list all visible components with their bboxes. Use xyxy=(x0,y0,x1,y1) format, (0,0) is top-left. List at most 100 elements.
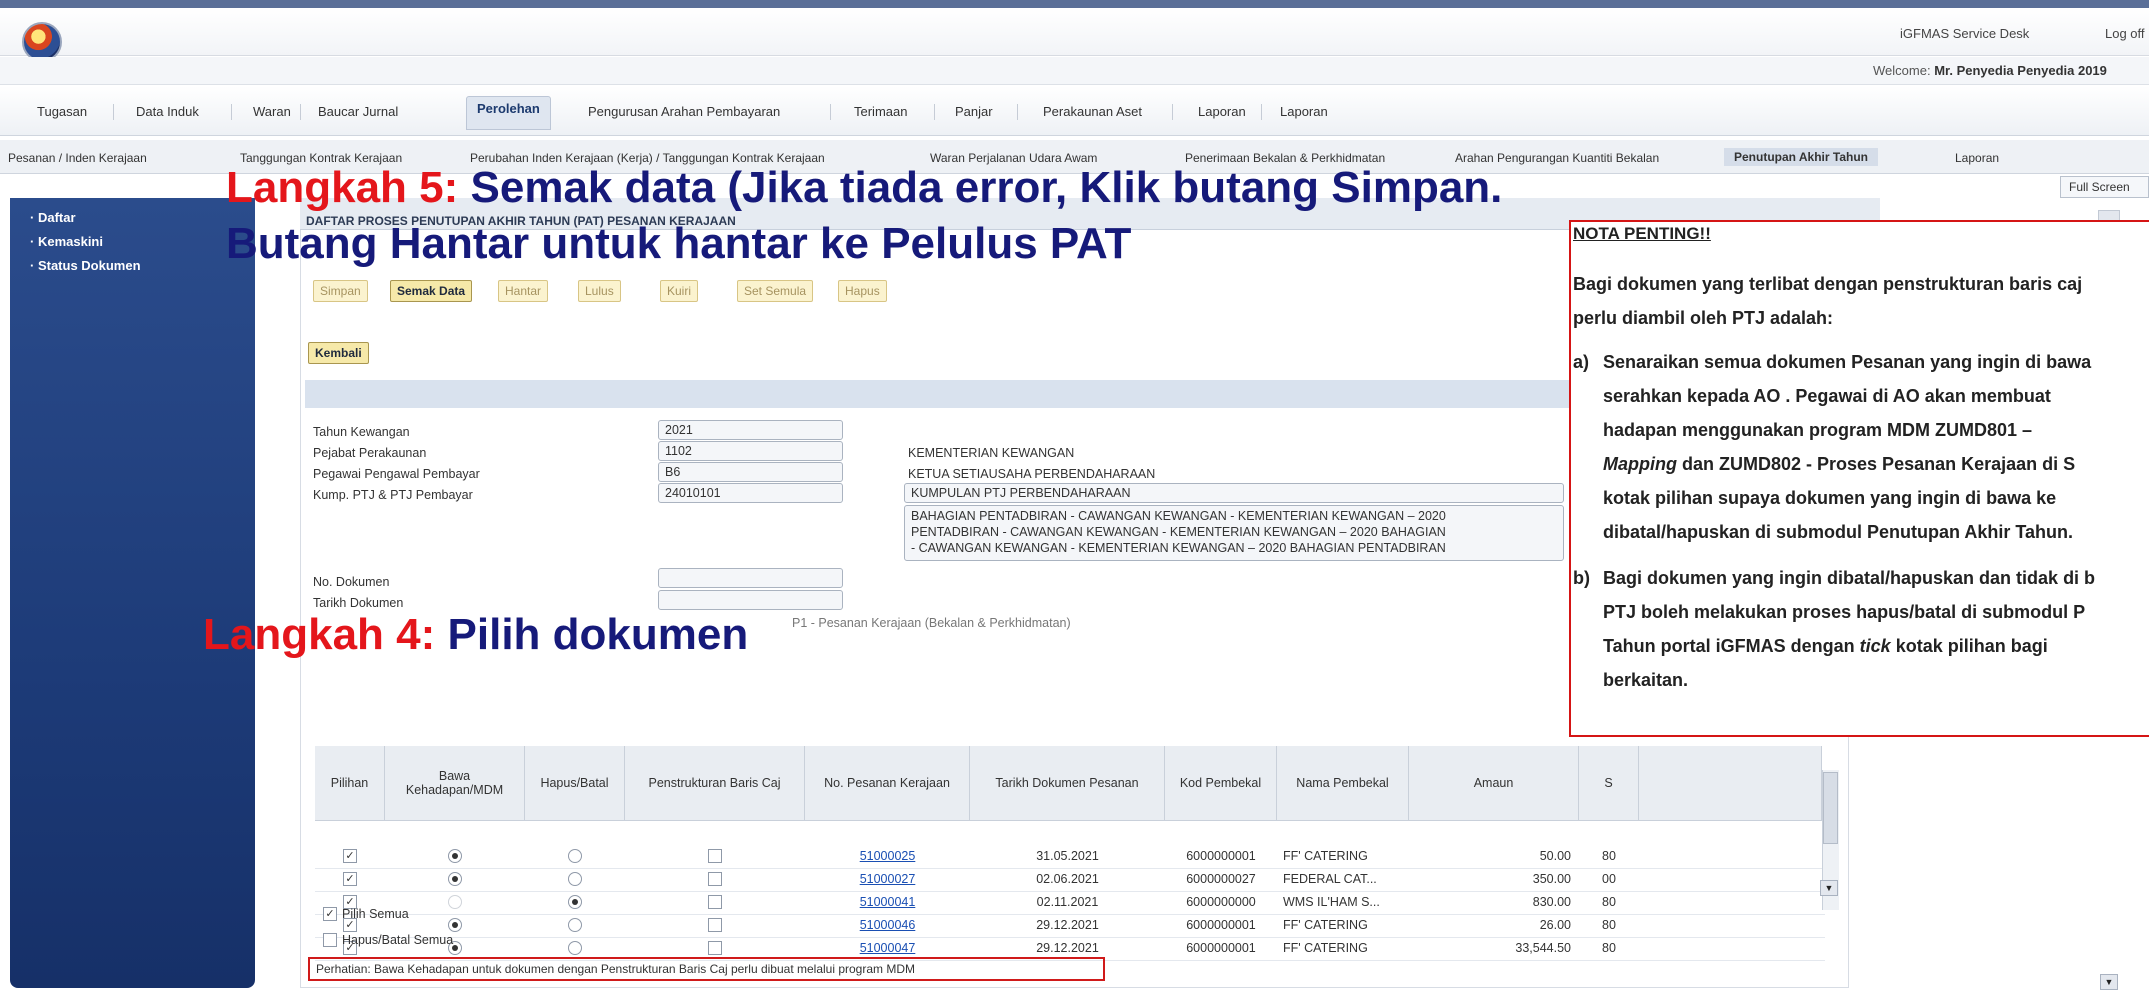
top-accent-stripe xyxy=(0,0,2149,8)
nota-italic: tick xyxy=(1859,636,1891,656)
sidebar-item-label: Kemaskini xyxy=(37,234,103,249)
col-header-bawa-kehadapan: Bawa Kehadapan/MDM xyxy=(385,746,525,821)
panel-scroll-down-icon[interactable]: ▼ xyxy=(2100,974,2118,990)
penstrukturan-checkbox[interactable] xyxy=(708,849,722,863)
penstrukturan-cell[interactable] xyxy=(625,914,805,936)
set-semula-button[interactable]: Set Semula xyxy=(737,280,814,302)
hapus-batal-radio[interactable] xyxy=(568,849,582,863)
no-pesanan-link[interactable]: 51000041 xyxy=(860,895,916,909)
subtab-penutupan-akhir-tahun[interactable]: Penutupan Akhir Tahun xyxy=(1724,148,1878,166)
welcome-text: Welcome: Mr. Penyedia Penyedia 2019 xyxy=(1873,63,2107,78)
no-pesanan-cell[interactable]: 51000027 xyxy=(805,868,970,890)
nota-a-line: hadapan menggunakan program MDM ZUMD801 … xyxy=(1603,420,2033,440)
step5-line2: Butang Hantar untuk hantar ke Pelulus PA… xyxy=(226,219,1132,268)
no-pesanan-link[interactable]: 51000047 xyxy=(860,941,916,955)
nota-b-line: Tahun portal iGFMAS dengan tick kotak pi… xyxy=(1603,636,2048,657)
bawa-kehadapan-radio[interactable] xyxy=(448,849,462,863)
step4-text: Pilih dokumen xyxy=(447,610,749,659)
pilihan-cell[interactable]: ✓ xyxy=(315,868,385,890)
tab-perolehan[interactable]: Perolehan xyxy=(466,96,551,130)
pejabat-perakaunan-label: Pejabat Perakaunan xyxy=(313,446,427,460)
no-pesanan-link[interactable]: 51000025 xyxy=(860,849,916,863)
nama-pembekal-cell: FEDERAL CAT... xyxy=(1283,872,1377,886)
hapus-batal-semua-row[interactable]: Hapus/Batal Semua xyxy=(323,929,453,951)
no-pesanan-cell[interactable]: 51000046 xyxy=(805,914,970,936)
tab-terimaan[interactable]: Terimaan xyxy=(854,100,907,126)
penstrukturan-checkbox[interactable] xyxy=(708,941,722,955)
hantar-button[interactable]: Hantar xyxy=(498,280,549,302)
subtab-pesanan-inden[interactable]: Pesanan / Inden Kerajaan xyxy=(8,151,147,165)
tab-data-induk[interactable]: Data Induk xyxy=(136,100,199,126)
hapus-button[interactable]: Hapus xyxy=(838,280,887,302)
no-pesanan-cell[interactable]: 51000025 xyxy=(805,845,970,867)
hapus-batal-semua-checkbox[interactable] xyxy=(323,933,337,947)
tab-waran[interactable]: Waran xyxy=(253,100,291,126)
nota-a-line: dibatal/hapuskan di submodul Penutupan A… xyxy=(1603,522,2074,542)
table-scroll-down-icon[interactable]: ▼ xyxy=(1820,880,1838,896)
nota-b-line: PTJ boleh melakukan proses hapus/batal d… xyxy=(1603,602,2086,622)
log-off-link[interactable]: Log off xyxy=(2105,26,2145,41)
no-pesanan-link[interactable]: 51000046 xyxy=(860,918,916,932)
no-pesanan-link[interactable]: 51000027 xyxy=(860,872,916,886)
penstrukturan-checkbox[interactable] xyxy=(708,895,722,909)
tab-tugasan[interactable]: Tugasan xyxy=(37,100,87,126)
hapus-batal-cell[interactable] xyxy=(525,868,625,890)
sidebar-item-daftar[interactable]: · Daftar xyxy=(30,210,76,225)
sidebar-item-kemaskini[interactable]: · Kemaskini xyxy=(30,234,103,249)
tab-perakaunan-aset[interactable]: Perakaunan Aset xyxy=(1043,100,1142,126)
no-pesanan-cell[interactable]: 51000041 xyxy=(805,891,970,913)
table-scroll-thumb[interactable] xyxy=(1823,772,1838,844)
tahun-kewangan-field[interactable]: 2021 xyxy=(658,420,843,440)
pilihan-checkbox[interactable]: ✓ xyxy=(343,849,357,863)
semak-data-button[interactable]: Semak Data xyxy=(390,280,473,302)
tab-panjar[interactable]: Panjar xyxy=(955,100,993,126)
tab-laporan-2[interactable]: Laporan xyxy=(1280,100,1328,126)
pejabat-perakaunan-field[interactable]: 1102 xyxy=(658,441,843,461)
hapus-batal-radio[interactable] xyxy=(568,895,582,909)
kod-pembekal-cell: 6000000001 xyxy=(1186,849,1256,863)
bawa-kehadapan-radio[interactable] xyxy=(448,895,462,909)
hapus-batal-cell[interactable] xyxy=(525,891,625,913)
kump-ptj-field[interactable]: 24010101 xyxy=(658,483,843,503)
section-header-bar xyxy=(305,380,1570,408)
kod-pembekal-cell: 6000000001 xyxy=(1186,941,1256,955)
tab-laporan[interactable]: Laporan xyxy=(1198,100,1246,126)
penstrukturan-cell[interactable] xyxy=(625,937,805,959)
tab-pengurusan-arahan-pembayaran[interactable]: Pengurusan Arahan Pembayaran xyxy=(588,100,780,126)
hapus-batal-radio[interactable] xyxy=(568,941,582,955)
hapus-batal-radio[interactable] xyxy=(568,872,582,886)
penstrukturan-cell[interactable] xyxy=(625,891,805,913)
pegawai-pengawal-field[interactable]: B6 xyxy=(658,462,843,482)
sidebar-item-status-dokumen[interactable]: · Status Dokumen xyxy=(30,258,141,273)
hapus-batal-radio[interactable] xyxy=(568,918,582,932)
kembali-button[interactable]: Kembali xyxy=(308,342,369,364)
pilih-semua-checkbox[interactable]: ✓ xyxy=(323,907,337,921)
nota-b-line: Bagi dokumen yang ingin dibatal/hapuskan… xyxy=(1603,568,2096,588)
pilihan-cell[interactable]: ✓ xyxy=(315,845,385,867)
bawa-kehadapan-cell[interactable] xyxy=(385,845,525,867)
hapus-batal-cell[interactable] xyxy=(525,845,625,867)
no-dokumen-field[interactable] xyxy=(658,568,843,588)
bawa-kehadapan-radio[interactable] xyxy=(448,872,462,886)
subtab-laporan[interactable]: Laporan xyxy=(1955,151,1999,165)
s-cell: 80 xyxy=(1602,941,1616,955)
hapus-batal-cell[interactable] xyxy=(525,914,625,936)
simpan-button[interactable]: Simpan xyxy=(313,280,368,302)
kuiri-button[interactable]: Kuiri xyxy=(660,280,699,302)
no-pesanan-cell[interactable]: 51000047 xyxy=(805,937,970,959)
col-header-blank xyxy=(1639,746,1822,821)
bawa-kehadapan-cell[interactable] xyxy=(385,868,525,890)
tarikh-dokumen-field[interactable] xyxy=(658,590,843,610)
full-screen-button[interactable]: Full Screen xyxy=(2060,176,2149,198)
penstrukturan-cell[interactable] xyxy=(625,868,805,890)
penstrukturan-cell[interactable] xyxy=(625,845,805,867)
penstrukturan-checkbox[interactable] xyxy=(708,918,722,932)
penstrukturan-checkbox[interactable] xyxy=(708,872,722,886)
service-desk-link[interactable]: iGFMAS Service Desk xyxy=(1900,26,2029,41)
nota-text: kotak pilihan bagi xyxy=(1890,636,2048,656)
hapus-batal-cell[interactable] xyxy=(525,937,625,959)
tab-baucar-jurnal[interactable]: Baucar Jurnal xyxy=(318,100,398,126)
pilihan-checkbox[interactable]: ✓ xyxy=(343,872,357,886)
pilih-semua-row[interactable]: ✓ Pilih Semua xyxy=(323,903,409,925)
lulus-button[interactable]: Lulus xyxy=(578,280,621,302)
